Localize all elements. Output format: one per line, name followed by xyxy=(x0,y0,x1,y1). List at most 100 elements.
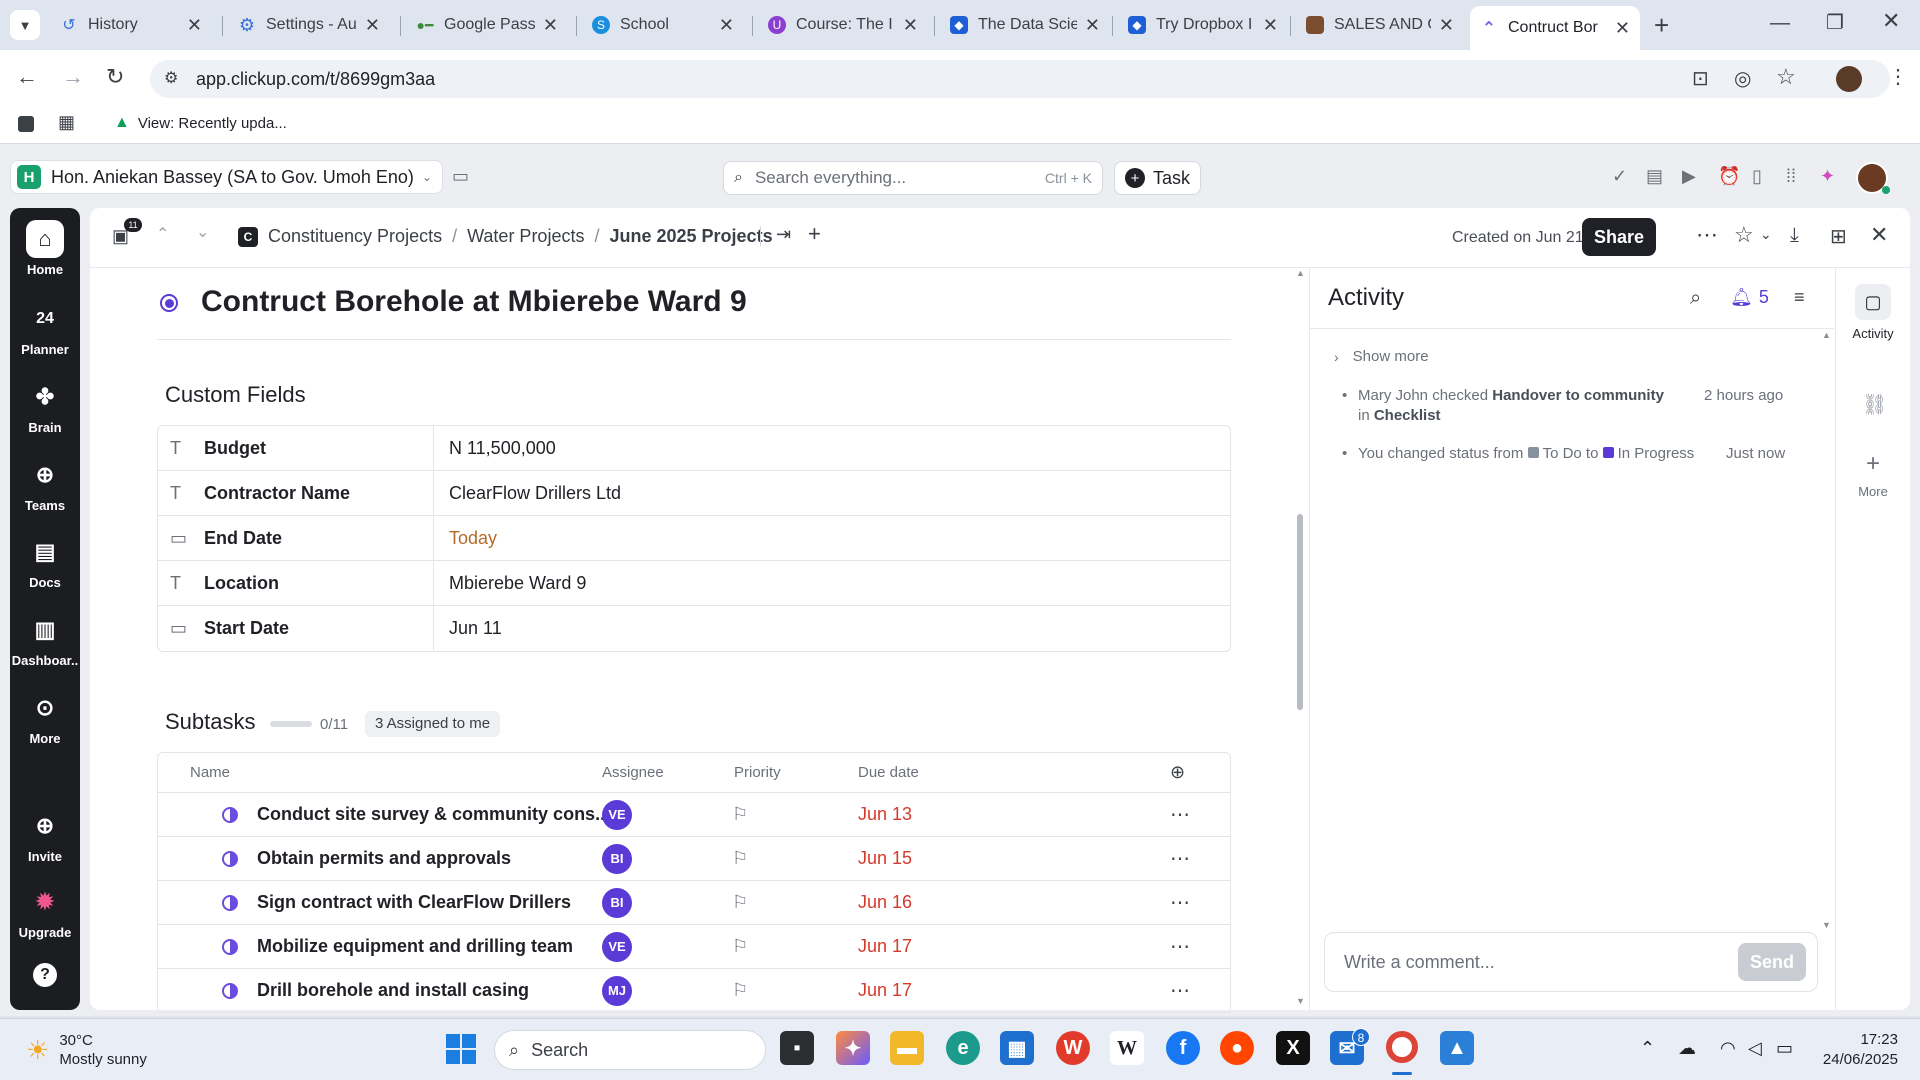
content-scrollbar[interactable] xyxy=(1297,514,1303,710)
custom-field-start-date[interactable]: ▭ Start Date Jun 11 xyxy=(158,606,1230,651)
close-task-icon[interactable]: ✕ xyxy=(1870,222,1888,248)
tab-list-dropdown[interactable]: ▼ xyxy=(10,10,40,40)
tab-school[interactable]: S School ✕ xyxy=(582,6,744,44)
custom-field-value[interactable]: ClearFlow Drillers Ltd xyxy=(434,483,621,504)
docs-icon[interactable]: ▯ xyxy=(1752,166,1762,187)
custom-field-value[interactable]: Mbierebe Ward 9 xyxy=(434,573,586,594)
custom-field-location[interactable]: T Location Mbierebe Ward 9 xyxy=(158,561,1230,606)
breadcrumb-space[interactable]: Constituency Projects xyxy=(268,226,442,247)
help-icon[interactable]: ? xyxy=(33,963,57,987)
expand-icon[interactable]: ⊞ xyxy=(1830,224,1847,249)
subtask-row[interactable]: Drill borehole and install casing MJ ⚐ J… xyxy=(158,969,1230,1013)
priority-flag-icon[interactable]: ⚐ xyxy=(732,892,748,913)
subtask-row[interactable]: Mobilize equipment and drilling team VE … xyxy=(158,925,1230,969)
task-title[interactable]: Contruct Borehole at Mbierebe Ward 9 xyxy=(201,285,747,319)
new-task-button[interactable]: + Task xyxy=(1114,161,1202,195)
link-icon[interactable]: ⛓ xyxy=(1862,392,1887,417)
restore-icon[interactable]: ❐ xyxy=(1826,10,1844,35)
rail-activity[interactable]: ▢ Activity xyxy=(1843,284,1903,341)
close-icon[interactable]: ✕ xyxy=(187,15,202,36)
workspace-switcher[interactable]: H Hon. Aniekan Bassey (SA to Gov. Umoh E… xyxy=(10,160,443,194)
browser-menu-icon[interactable]: ⋮ xyxy=(1888,64,1908,89)
add-icon[interactable]: + xyxy=(808,221,821,247)
sidebar-item-home[interactable]: ⌂ Home xyxy=(10,220,80,277)
column-name[interactable]: Name xyxy=(190,764,230,781)
profile-avatar[interactable] xyxy=(1836,66,1862,92)
scroll-down-icon[interactable]: ▼ xyxy=(1296,996,1305,1006)
assignee-avatar[interactable]: VE xyxy=(602,799,632,830)
move-task-icon[interactable]: ⇥ xyxy=(776,224,791,245)
breadcrumb-folder[interactable]: Water Projects xyxy=(467,226,584,247)
file-explorer-icon[interactable]: ▬ xyxy=(890,1031,924,1065)
volume-icon[interactable]: ◁ xyxy=(1748,1038,1762,1059)
wikipedia-icon[interactable]: W xyxy=(1110,1031,1144,1065)
subtask-name[interactable]: Conduct site survey & community cons... xyxy=(257,804,610,825)
bookmark-item[interactable]: ▲ View: Recently upda... xyxy=(114,114,287,132)
due-date[interactable]: Jun 15 xyxy=(858,848,912,869)
subtask-row[interactable]: Obtain permits and approvals BI ⚐ Jun 15… xyxy=(158,837,1230,881)
tab-try-dropbox[interactable]: ◆ Try Dropbox I ✕ xyxy=(1118,6,1288,44)
sidebar-item-invite[interactable]: ⊕ Invite xyxy=(10,807,80,864)
tab-settings[interactable]: ⚙ Settings - Au ✕ xyxy=(228,6,390,44)
tab-sales[interactable]: SALES AND C ✕ xyxy=(1296,6,1464,44)
custom-field-value[interactable]: Jun 11 xyxy=(434,618,502,639)
column-assignee[interactable]: Assignee xyxy=(602,764,664,781)
new-tab-button[interactable]: + xyxy=(1654,10,1669,41)
chevron-down-icon[interactable]: ⌄ xyxy=(196,222,209,242)
custom-field-contractor[interactable]: T Contractor Name ClearFlow Drillers Ltd xyxy=(158,471,1230,516)
sidebar-item-upgrade[interactable]: ✹ Upgrade xyxy=(10,883,80,940)
filter-icon[interactable]: ≡ xyxy=(1794,287,1805,308)
facebook-icon[interactable]: f xyxy=(1166,1031,1200,1065)
scroll-up-icon[interactable]: ▲ xyxy=(1296,268,1305,278)
show-hidden-icons[interactable]: ⌃ xyxy=(1640,1038,1655,1059)
priority-flag-icon[interactable]: ⚐ xyxy=(732,848,748,869)
sidebar-item-teams[interactable]: ⊕ Teams xyxy=(10,456,80,513)
in-progress-status-icon[interactable] xyxy=(222,938,238,955)
due-date[interactable]: Jun 17 xyxy=(858,980,912,1001)
wps-icon[interactable]: W xyxy=(1056,1031,1090,1065)
subtask-row[interactable]: Conduct site survey & community cons... … xyxy=(158,793,1230,837)
assignee-avatar[interactable]: VE xyxy=(602,931,632,962)
close-icon[interactable]: ✕ xyxy=(543,15,558,36)
apps-grid-icon[interactable]: ▦ xyxy=(58,112,75,133)
eye-off-icon[interactable]: ◎ xyxy=(1734,66,1751,91)
site-info-icon[interactable]: ⚙ xyxy=(164,68,178,88)
url-text[interactable]: app.clickup.com/t/8699gm3aa xyxy=(196,69,435,90)
x-icon[interactable]: X xyxy=(1276,1031,1310,1065)
priority-flag-icon[interactable]: ⚐ xyxy=(732,980,748,1001)
store-icon[interactable]: ▦ xyxy=(1000,1031,1034,1065)
subtask-row[interactable]: Sign contract with ClearFlow Drillers BI… xyxy=(158,881,1230,925)
window-close-icon[interactable]: ✕ xyxy=(1882,8,1900,34)
in-progress-status-icon[interactable] xyxy=(222,982,238,999)
show-more-button[interactable]: › Show more xyxy=(1334,348,1429,365)
priority-flag-icon[interactable]: ⚐ xyxy=(732,936,748,957)
activity-scroll-down-icon[interactable]: ▼ xyxy=(1822,920,1831,930)
assignee-avatar[interactable]: BI xyxy=(602,843,632,874)
assigned-to-me-filter[interactable]: 3 Assigned to me xyxy=(365,711,501,737)
tab-google-passwords[interactable]: ●━Google Passw✕ xyxy=(406,6,568,44)
close-icon[interactable]: ✕ xyxy=(365,15,380,36)
more-icon[interactable]: ⋯ xyxy=(1170,934,1190,959)
tab-contruct-borehole[interactable]: ⌃ Contruct Bor ✕ xyxy=(1470,6,1640,50)
chrome-icon[interactable] xyxy=(1386,1031,1418,1063)
due-date[interactable]: Jun 13 xyxy=(858,804,912,825)
tab-history[interactable]: ↺ History ✕ xyxy=(50,6,212,44)
task-view-icon[interactable]: ▪ xyxy=(780,1031,814,1065)
favorite-star-icon[interactable]: ☆ xyxy=(1734,222,1754,248)
clock[interactable]: 17:23 24/06/2025 xyxy=(1812,1030,1898,1070)
comment-input[interactable]: Write a comment... xyxy=(1344,952,1495,973)
sidebar-item-brain[interactable]: ✤ Brain xyxy=(10,378,80,435)
weather-widget[interactable]: ☀ 30°C Mostly sunny xyxy=(26,1031,147,1069)
more-icon[interactable]: ⋯ xyxy=(1170,846,1190,871)
install-app-icon[interactable]: ⊡ xyxy=(1692,66,1709,91)
copilot-icon[interactable]: ✦ xyxy=(836,1031,870,1065)
sidebar-item-planner[interactable]: 24 Planner xyxy=(10,300,80,357)
custom-field-value[interactable]: Today xyxy=(434,528,497,549)
subtask-name[interactable]: Mobilize equipment and drilling team xyxy=(257,936,573,957)
in-progress-status-icon[interactable] xyxy=(222,806,238,823)
video-icon[interactable]: ▶ xyxy=(1682,166,1696,187)
chevron-down-icon[interactable]: ⌄ xyxy=(1760,226,1772,243)
tab-course[interactable]: U Course: The I ✕ xyxy=(758,6,928,44)
custom-field-budget[interactable]: T Budget N 11,500,000 xyxy=(158,426,1230,471)
alarm-icon[interactable]: ⏰ xyxy=(1718,166,1740,187)
